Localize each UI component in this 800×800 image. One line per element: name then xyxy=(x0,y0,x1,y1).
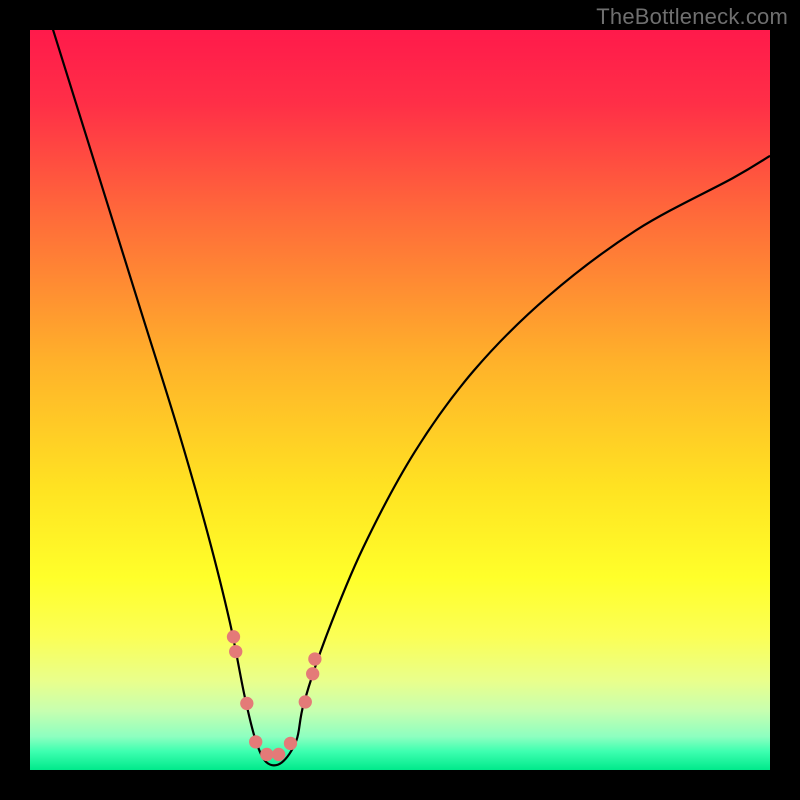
trough-marker xyxy=(227,630,240,643)
watermark-text: TheBottleneck.com xyxy=(596,4,788,30)
curve-layer xyxy=(30,30,770,770)
trough-marker xyxy=(249,735,262,748)
trough-marker xyxy=(240,697,253,710)
trough-marker xyxy=(272,748,285,761)
bottleneck-curve xyxy=(30,30,770,765)
trough-marker xyxy=(284,737,297,750)
chart-frame: TheBottleneck.com xyxy=(0,0,800,800)
trough-marker xyxy=(299,695,312,708)
trough-markers xyxy=(227,630,322,761)
trough-marker xyxy=(229,645,242,658)
trough-marker xyxy=(308,652,321,665)
plot-area xyxy=(30,30,770,770)
trough-marker xyxy=(306,667,319,680)
trough-marker xyxy=(260,748,273,761)
